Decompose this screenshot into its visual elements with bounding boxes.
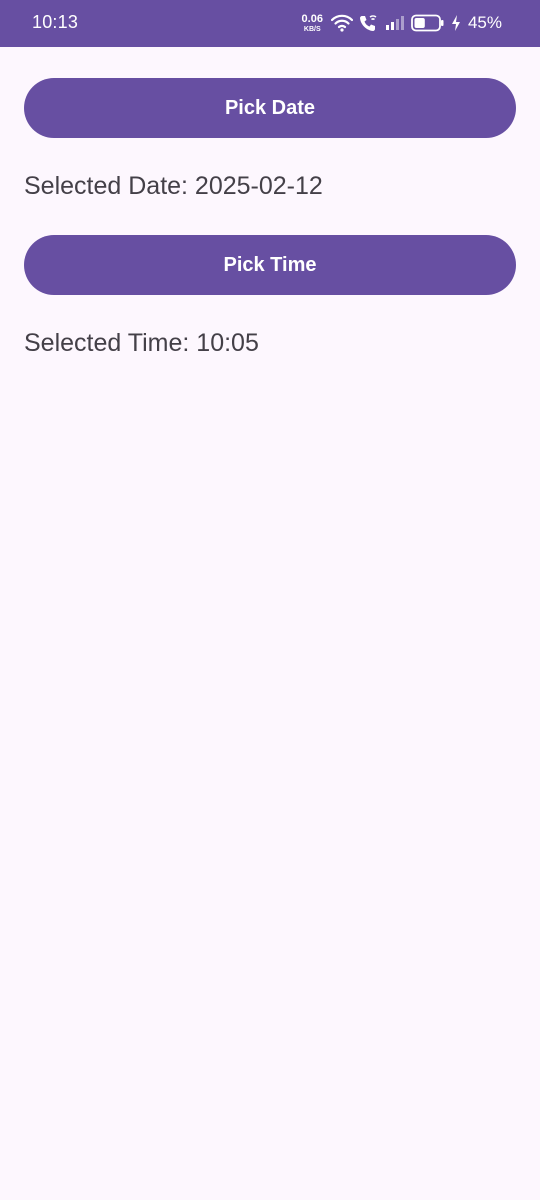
pick-date-button[interactable]: Pick Date <box>24 78 516 138</box>
status-icons: 0.06 KB/S 45% <box>302 11 502 35</box>
pick-time-button[interactable]: Pick Time <box>24 235 516 295</box>
network-speed-unit: KB/S <box>303 25 321 33</box>
status-time: 10:13 <box>32 12 79 32</box>
wifi-icon <box>330 14 353 32</box>
battery-icon <box>411 14 445 32</box>
network-speed-value: 0.06 <box>301 12 323 25</box>
network-speed: 0.06 KB/S <box>301 12 323 33</box>
selected-date-text: Selected Date: 2025-02-12 <box>24 172 323 200</box>
wifi-calling-icon <box>359 14 379 32</box>
signal-icon <box>385 15 405 31</box>
selected-time-text: Selected Time: 10:05 <box>24 329 259 357</box>
battery-percent: 45% <box>467 13 502 32</box>
charging-icon <box>451 14 461 32</box>
status-bar: 10:13 0.06 KB/S 45% <box>0 0 540 47</box>
